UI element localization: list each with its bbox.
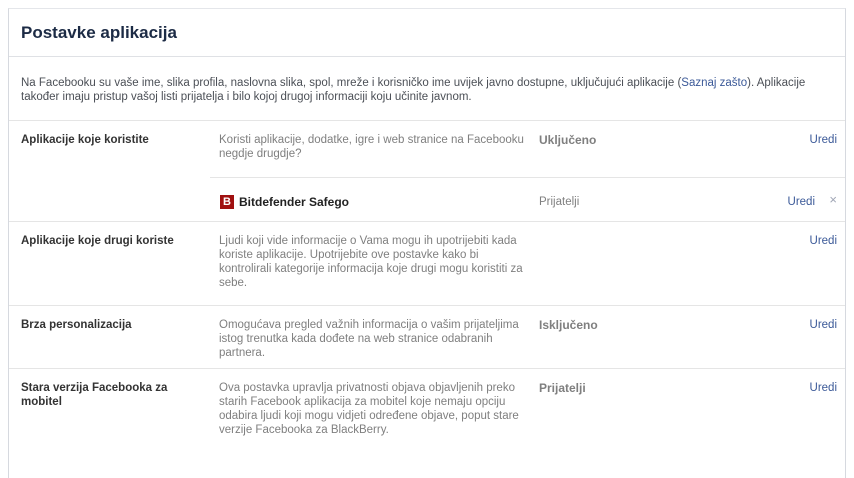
settings-row-apps-you-use: Aplikacije koje koristite Koristi aplika… <box>9 120 845 221</box>
row-label: Aplikacije koje drugi koriste <box>21 235 174 247</box>
app-settings-panel: Postavke aplikacija Na Facebooku su vaše… <box>8 8 846 478</box>
settings-row-apps-others-use: Aplikacije koje drugi koriste Ljudi koji… <box>9 221 845 305</box>
row-description: Omogućava pregled važnih informacija o v… <box>219 319 519 359</box>
app-name[interactable]: Bitdefender Safego <box>239 195 349 209</box>
row-description: Ljudi koji vide informacije o Vama mogu … <box>219 235 523 289</box>
edit-link[interactable]: Uredi <box>810 234 837 248</box>
learn-why-link[interactable]: Saznaj zašto <box>681 77 747 89</box>
row-description: Koristi aplikacije, dodatke, igre i web … <box>219 134 524 160</box>
page-title: Postavke aplikacija <box>21 23 177 42</box>
status-value: Isključeno <box>539 318 598 332</box>
row-description: Ova postavka upravlja privatnosti objava… <box>219 382 519 436</box>
status-value: Prijatelji <box>539 381 586 395</box>
bitdefender-icon: B <box>220 195 234 209</box>
settings-row-instant-personalization: Brza personalizacija Omogućava pregled v… <box>9 305 845 368</box>
panel-header: Postavke aplikacija <box>9 9 845 57</box>
close-icon[interactable]: × <box>829 193 837 207</box>
settings-row-old-mobile: Stara verzija Facebooka za mobitel Ova p… <box>9 368 845 478</box>
row-label: Aplikacije koje koristite <box>21 134 149 146</box>
status-value: Uključeno <box>539 133 597 147</box>
edit-link[interactable]: Uredi <box>810 133 837 147</box>
edit-link[interactable]: Uredi <box>810 381 837 395</box>
app-list-item: B Bitdefender Safego Prijatelji Uredi × <box>210 177 845 223</box>
row-label: Brza personalizacija <box>21 319 132 331</box>
app-audience: Prijatelji <box>539 196 580 208</box>
app-edit-link[interactable]: Uredi <box>788 195 815 209</box>
intro-text-before: Na Facebooku su vaše ime, slika profila,… <box>21 77 682 89</box>
edit-link[interactable]: Uredi <box>810 318 837 332</box>
row-label: Stara verzija Facebooka za mobitel <box>21 382 168 408</box>
